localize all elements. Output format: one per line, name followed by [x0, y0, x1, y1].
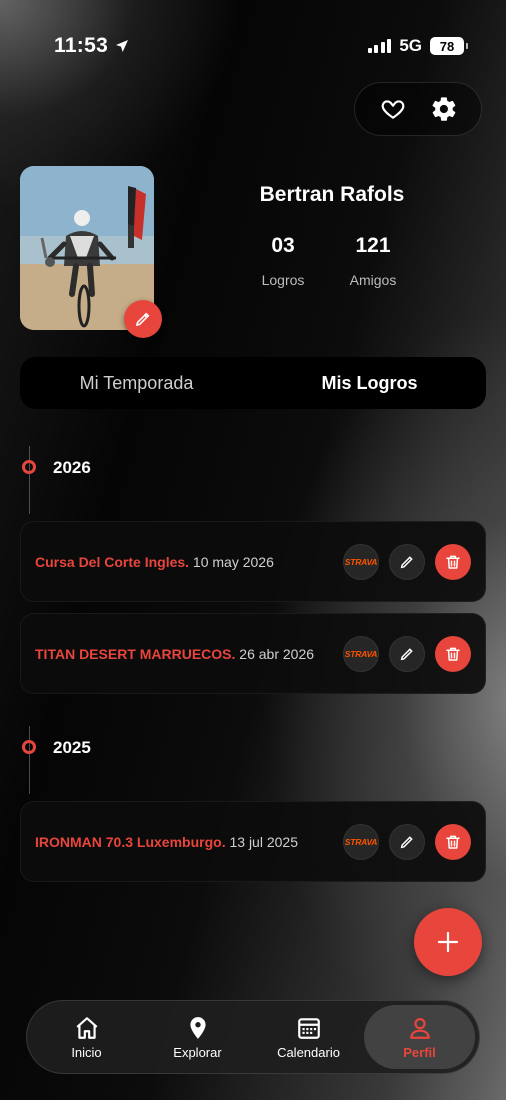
strava-button[interactable]: STRAVA [343, 635, 379, 672]
card-actions: STRAVA [343, 543, 471, 580]
stat-logros[interactable]: 03 Logros [248, 234, 318, 288]
add-achievement-button[interactable] [414, 908, 482, 976]
pencil-icon [400, 555, 413, 568]
achievement-text: IRONMAN 70.3 Luxemburgo. 13 jul 2025 [35, 834, 343, 850]
nav-item-calendario[interactable]: Calendario [253, 1005, 364, 1069]
delete-button[interactable] [435, 823, 471, 860]
timeline-line [28, 726, 30, 794]
nav-label: Calendario [277, 1044, 340, 1060]
user-icon [409, 1017, 430, 1039]
edit-avatar-button[interactable] [124, 300, 162, 338]
card-actions: STRAVA [343, 823, 471, 860]
status-indicators: 5G 78 [367, 36, 468, 56]
year-label: 2026 [53, 458, 91, 477]
bottom-nav: Inicio Explorar Calendario Perfil [26, 1000, 480, 1074]
nav-label: Perfil [403, 1044, 436, 1060]
achievement-text: TITAN DESERT MARRUECOS. 26 abr 2026 [35, 646, 343, 662]
strava-logo: STRAVA [344, 836, 378, 847]
nav-item-perfil[interactable]: Perfil [364, 1005, 475, 1069]
strava-button[interactable]: STRAVA [343, 543, 379, 580]
achievement-text: Cursa Del Corte Ingles. 10 may 2026 [35, 554, 343, 570]
tab-mis-logros[interactable]: Mis Logros [253, 373, 486, 394]
plus-icon [437, 931, 459, 953]
stat-value: 03 [271, 234, 295, 257]
strava-button[interactable]: STRAVA [343, 823, 379, 860]
home-icon [76, 1016, 97, 1039]
top-actions [354, 82, 482, 136]
strava-logo: STRAVA [344, 648, 378, 659]
achievement-title: IRONMAN 70.3 Luxemburgo. [35, 833, 226, 850]
trash-icon [446, 835, 460, 849]
profile-tabs: Mi Temporada Mis Logros [20, 357, 486, 409]
edit-button[interactable] [389, 543, 425, 580]
pencil-icon [135, 312, 150, 327]
signal-icon [367, 39, 392, 53]
status-time-label: 11:53 [54, 34, 109, 57]
tab-mi-temporada[interactable]: Mi Temporada [20, 373, 253, 394]
stat-amigos[interactable]: 121 Amigos [336, 234, 410, 288]
achievement-date: 10 may 2026 [189, 553, 274, 570]
nav-item-explorar[interactable]: Explorar [142, 1005, 253, 1069]
location-arrow-icon [116, 40, 129, 52]
achievement-card[interactable]: IRONMAN 70.3 Luxemburgo. 13 jul 2025 STR… [20, 801, 486, 882]
card-actions: STRAVA [343, 635, 471, 672]
map-pin-icon [189, 1016, 206, 1039]
achievement-card[interactable]: Cursa Del Corte Ingles. 10 may 2026 STRA… [20, 521, 486, 602]
calendar-icon [297, 1017, 320, 1039]
timeline-dot [22, 740, 36, 754]
achievement-date: 13 jul 2025 [225, 833, 298, 850]
nav-label: Inicio [71, 1044, 102, 1060]
profile-name: Bertran Rafols [259, 183, 405, 206]
gear-icon[interactable] [424, 89, 464, 129]
pencil-icon [400, 835, 413, 848]
nav-label: Explorar [173, 1044, 222, 1060]
edit-button[interactable] [389, 823, 425, 860]
achievement-title: Cursa Del Corte Ingles. [35, 553, 190, 570]
delete-button[interactable] [435, 543, 471, 580]
trash-icon [446, 555, 460, 569]
achievement-title: TITAN DESERT MARRUECOS. [35, 645, 236, 662]
strava-logo: STRAVA [344, 556, 378, 567]
achievement-card[interactable]: TITAN DESERT MARRUECOS. 26 abr 2026 STRA… [20, 613, 486, 694]
pencil-icon [400, 647, 413, 660]
timeline-line [28, 446, 30, 514]
delete-button[interactable] [435, 635, 471, 672]
timeline-dot [22, 460, 36, 474]
nav-item-inicio[interactable]: Inicio [31, 1005, 142, 1069]
edit-button[interactable] [389, 635, 425, 672]
achievement-date: 26 abr 2026 [235, 645, 315, 662]
year-label: 2025 [53, 738, 91, 757]
stat-label: Amigos [349, 272, 397, 288]
status-time: 11:53 [54, 34, 130, 58]
network-label: 5G [399, 36, 422, 55]
battery-icon: 78 [430, 37, 468, 55]
battery-level: 78 [439, 38, 455, 54]
stat-value: 121 [355, 234, 391, 257]
heart-icon[interactable] [373, 89, 413, 129]
trash-icon [446, 647, 460, 661]
stat-label: Logros [261, 272, 305, 288]
